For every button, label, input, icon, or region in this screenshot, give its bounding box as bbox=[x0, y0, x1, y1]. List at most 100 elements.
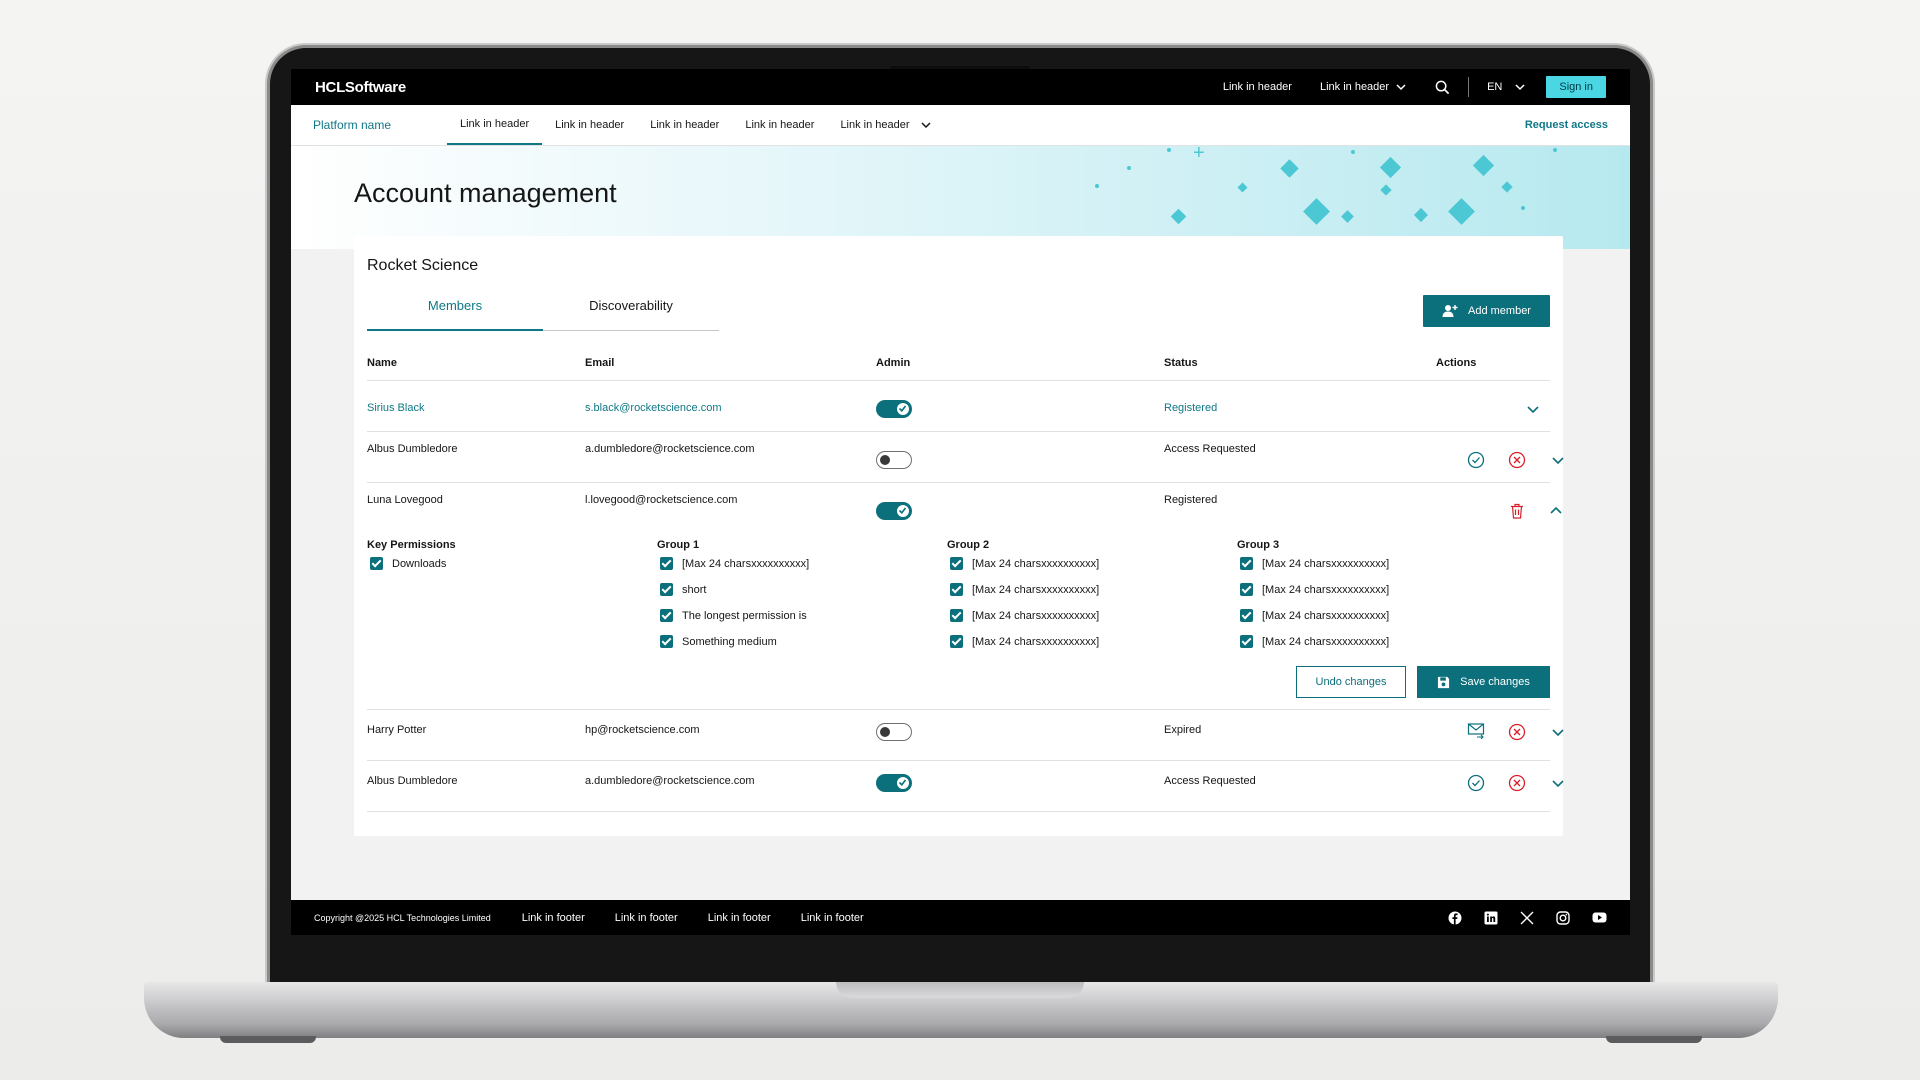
checkbox-checked[interactable] bbox=[660, 635, 673, 648]
permission-checkbox[interactable]: [Max 24 charsxxxxxxxxxx] bbox=[950, 557, 1099, 570]
permission-checkbox[interactable]: Downloads bbox=[370, 557, 446, 570]
checkbox-checked[interactable] bbox=[370, 557, 383, 570]
checkbox-checked[interactable] bbox=[660, 583, 673, 596]
member-email[interactable]: s.black@rocketscience.com bbox=[585, 402, 722, 414]
permission-checkbox[interactable]: [Max 24 charsxxxxxxxxxx] bbox=[1240, 609, 1389, 622]
check-icon bbox=[898, 779, 907, 787]
row-divider bbox=[367, 709, 1550, 710]
language-selector[interactable]: EN bbox=[1487, 81, 1526, 93]
row-divider bbox=[367, 380, 1550, 381]
checkbox-checked[interactable] bbox=[950, 635, 963, 648]
subnav-link[interactable]: Link in header bbox=[637, 105, 732, 145]
add-member-button[interactable]: Add member bbox=[1423, 295, 1550, 327]
decorative-diamond bbox=[1280, 159, 1299, 178]
chevron-up-icon[interactable] bbox=[1547, 502, 1565, 520]
decorative-dot bbox=[1127, 166, 1131, 170]
sign-in-button[interactable]: Sign in bbox=[1546, 76, 1606, 98]
admin-toggle-on[interactable] bbox=[876, 774, 912, 792]
reject-x-circle-icon[interactable] bbox=[1508, 723, 1526, 741]
chevron-down-icon[interactable] bbox=[1524, 400, 1542, 418]
admin-toggle-on[interactable] bbox=[876, 400, 912, 418]
request-access-link[interactable]: Request access bbox=[1525, 105, 1608, 145]
header-dropdown-link[interactable]: Link in header bbox=[1320, 81, 1407, 93]
tab-members[interactable]: Members bbox=[367, 296, 543, 331]
linkedin-icon[interactable] bbox=[1484, 911, 1498, 925]
permission-checkbox[interactable]: [Max 24 charsxxxxxxxxxx] bbox=[1240, 635, 1389, 648]
permission-checkbox[interactable]: The longest permission is bbox=[660, 609, 807, 622]
checkbox-checked[interactable] bbox=[1240, 557, 1253, 570]
instagram-icon[interactable] bbox=[1556, 910, 1570, 925]
permission-checkbox[interactable]: short bbox=[660, 583, 706, 596]
checkbox-checked[interactable] bbox=[1240, 583, 1253, 596]
admin-toggle-on[interactable] bbox=[876, 502, 912, 520]
chevron-down-icon[interactable] bbox=[1549, 451, 1567, 469]
member-email: a.dumbledore@rocketscience.com bbox=[585, 775, 755, 787]
brand-logo[interactable]: HCLSoftware bbox=[315, 79, 406, 96]
save-changes-button[interactable]: Save changes bbox=[1417, 666, 1550, 698]
header-link[interactable]: Link in header bbox=[1223, 81, 1292, 93]
decorative-dot bbox=[1467, 208, 1471, 212]
permission-checkbox[interactable]: [Max 24 charsxxxxxxxxxx] bbox=[950, 635, 1099, 648]
chevron-down-icon[interactable] bbox=[1549, 723, 1567, 741]
checkbox-checked[interactable] bbox=[950, 557, 963, 570]
member-status: Access Requested bbox=[1164, 775, 1256, 787]
x-icon[interactable] bbox=[1520, 911, 1534, 925]
footer-link[interactable]: Link in footer bbox=[708, 912, 771, 924]
permission-checkbox[interactable]: [Max 24 charsxxxxxxxxxx] bbox=[1240, 557, 1389, 570]
subnav-link[interactable]: Link in header bbox=[732, 105, 827, 145]
permission-checkbox[interactable]: [Max 24 charsxxxxxxxxxx] bbox=[1240, 583, 1389, 596]
checkbox-checked[interactable] bbox=[1240, 635, 1253, 648]
save-changes-label: Save changes bbox=[1460, 676, 1530, 688]
youtube-icon[interactable] bbox=[1592, 912, 1607, 923]
row-divider bbox=[367, 431, 1550, 432]
chevron-down-icon bbox=[1515, 84, 1525, 91]
reject-x-circle-icon[interactable] bbox=[1508, 451, 1526, 469]
footer-link[interactable]: Link in footer bbox=[615, 912, 678, 924]
checkbox-checked[interactable] bbox=[950, 609, 963, 622]
admin-toggle-off[interactable] bbox=[876, 451, 912, 469]
member-status: Registered bbox=[1164, 494, 1218, 506]
approve-check-circle-icon[interactable] bbox=[1467, 774, 1485, 792]
footer-link[interactable]: Link in footer bbox=[522, 912, 585, 924]
row-divider bbox=[367, 811, 1550, 812]
member-status: Expired bbox=[1164, 724, 1202, 736]
top-header: HCLSoftware Link in header Link in heade… bbox=[291, 69, 1630, 105]
admin-toggle-off[interactable] bbox=[876, 723, 912, 741]
screen: HCLSoftware Link in header Link in heade… bbox=[291, 69, 1630, 935]
social-links bbox=[1448, 910, 1607, 925]
decorative-diamond bbox=[1379, 156, 1402, 179]
chevron-down-icon[interactable] bbox=[1549, 774, 1567, 792]
member-name[interactable]: Sirius Black bbox=[367, 402, 424, 414]
platform-name[interactable]: Platform name bbox=[313, 105, 447, 145]
facebook-icon[interactable] bbox=[1448, 911, 1462, 925]
permission-label: [Max 24 charsxxxxxxxxxx] bbox=[972, 557, 1100, 570]
decorative-diamond bbox=[1341, 210, 1354, 223]
undo-changes-button[interactable]: Undo changes bbox=[1296, 666, 1406, 698]
decorative-diamond bbox=[1501, 181, 1513, 193]
checkbox-checked[interactable] bbox=[1240, 609, 1253, 622]
permission-checkbox[interactable]: Something medium bbox=[660, 635, 777, 648]
footer-link[interactable]: Link in footer bbox=[801, 912, 864, 924]
column-header-name: Name bbox=[367, 357, 397, 369]
search-icon[interactable] bbox=[1435, 80, 1450, 95]
reject-x-circle-icon[interactable] bbox=[1508, 774, 1526, 792]
permission-checkbox[interactable]: [Max 24 charsxxxxxxxxxx] bbox=[950, 609, 1099, 622]
add-user-icon bbox=[1442, 305, 1458, 317]
checkbox-checked[interactable] bbox=[660, 557, 673, 570]
subnav-link[interactable]: Link in header bbox=[542, 105, 637, 145]
subnav-link-active[interactable]: Link in header bbox=[447, 105, 543, 145]
permission-checkbox[interactable]: [Max 24 charsxxxxxxxxxx] bbox=[950, 583, 1099, 596]
checkbox-checked[interactable] bbox=[950, 583, 963, 596]
subnav-dropdown-link[interactable]: Link in header bbox=[827, 105, 944, 145]
tab-discoverability[interactable]: Discoverability bbox=[543, 296, 719, 331]
permission-label: short bbox=[682, 583, 707, 596]
approve-check-circle-icon[interactable] bbox=[1467, 451, 1485, 469]
resend-mail-icon[interactable] bbox=[1467, 721, 1485, 739]
sub-navigation: Platform name Link in header Link in hea… bbox=[291, 105, 1630, 146]
member-name: Luna Lovegood bbox=[367, 494, 443, 506]
permission-checkbox[interactable]: [Max 24 charsxxxxxxxxxx] bbox=[660, 557, 809, 570]
permission-label: [Max 24 charsxxxxxxxxxx] bbox=[972, 635, 1100, 648]
trash-icon[interactable] bbox=[1508, 502, 1526, 520]
decorative-diamond bbox=[1413, 207, 1429, 223]
checkbox-checked[interactable] bbox=[660, 609, 673, 622]
